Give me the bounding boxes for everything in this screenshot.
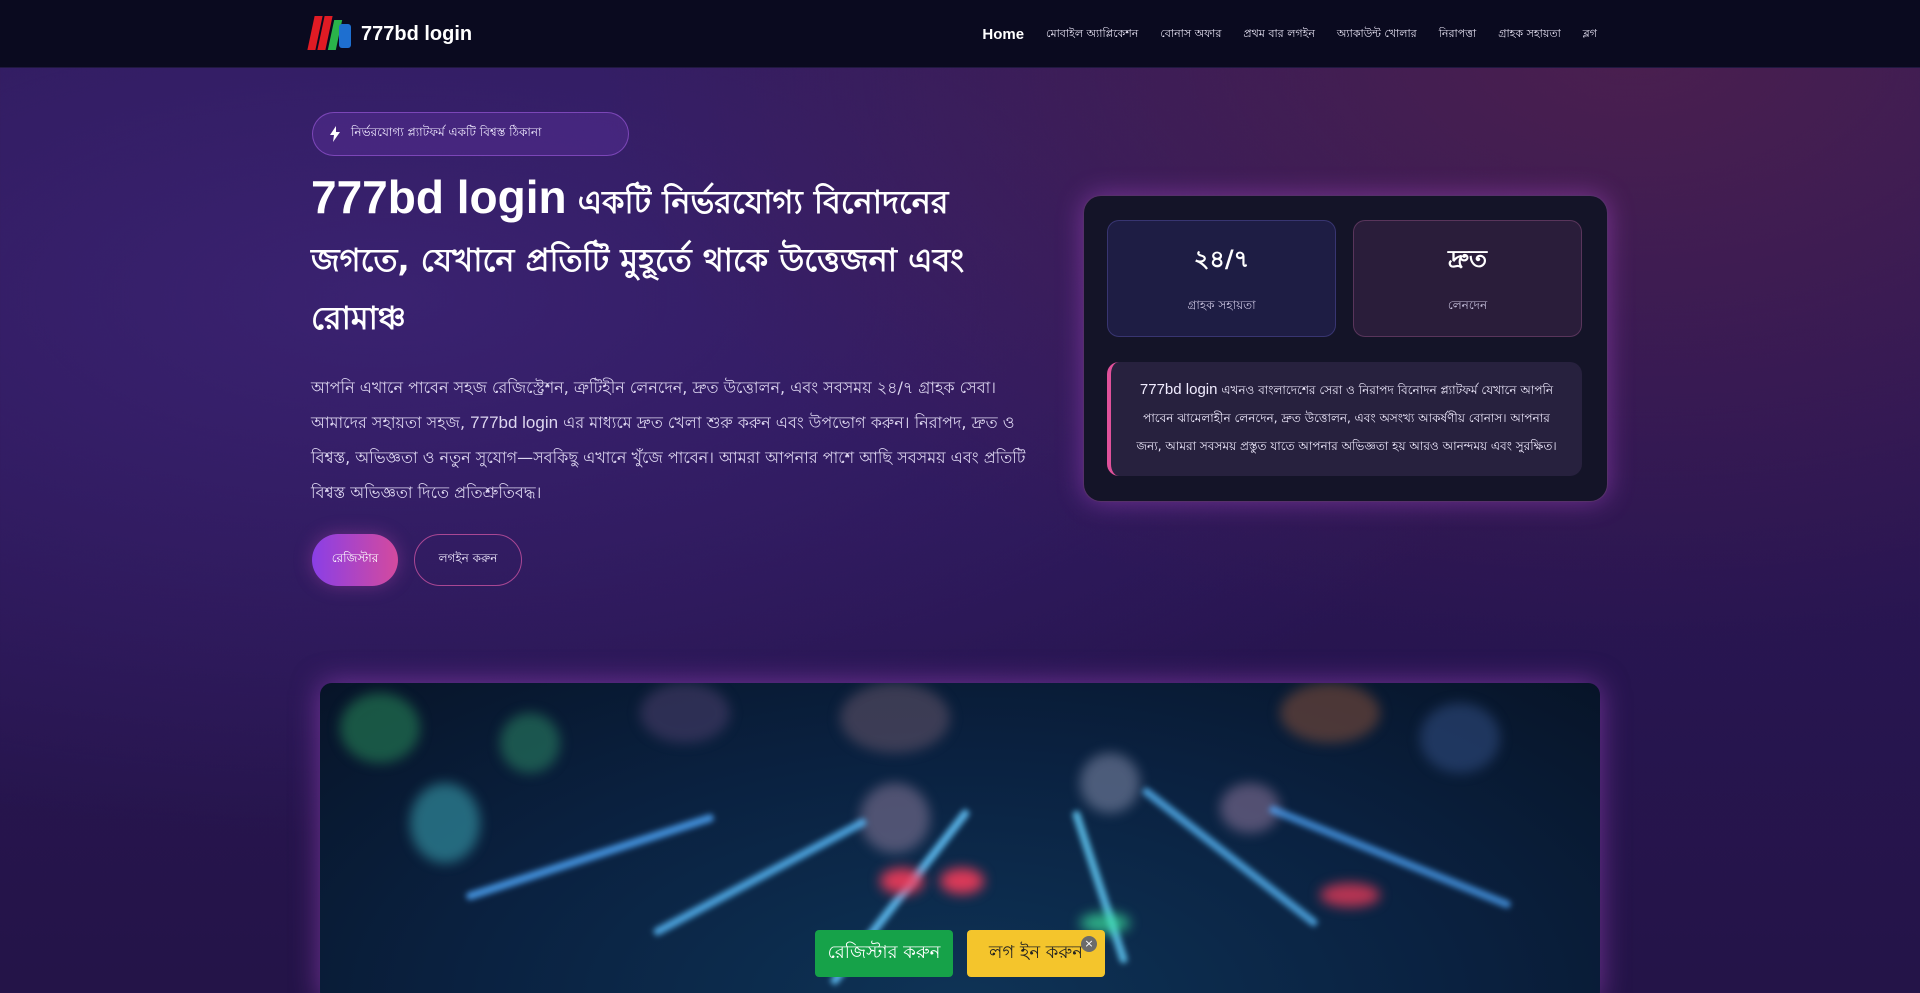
banner-light-stripe	[1267, 804, 1513, 910]
nav-item-bonus[interactable]: বোনাস অফার	[1160, 25, 1221, 44]
bolt-icon	[330, 126, 340, 142]
brand-logo-icon	[307, 14, 353, 54]
brand[interactable]: 777bd login	[307, 12, 473, 56]
banner-bokeh	[880, 868, 924, 894]
feature-card: ২৪/৭ গ্রাহক সহায়তা দ্রুত লেনদেন 777bd l…	[1083, 195, 1608, 502]
close-icon[interactable]: ×	[1081, 936, 1097, 952]
banner-bokeh	[1280, 683, 1380, 743]
stat-transactions: দ্রুত লেনদেন	[1353, 220, 1582, 337]
nav-item-support[interactable]: গ্রাহক সহায়তা	[1498, 25, 1561, 44]
stat-transactions-value: দ্রুত	[1447, 244, 1488, 273]
banner-bokeh	[1420, 703, 1500, 773]
banner-bokeh	[840, 683, 950, 753]
banner-bokeh	[1080, 753, 1140, 813]
main-nav: Home মোবাইল অ্যাপ্লিকেশন বোনাস অফার প্রথ…	[982, 0, 1597, 68]
banner-bokeh	[1320, 883, 1380, 907]
nav-item-blog[interactable]: ব্লগ	[1583, 25, 1597, 44]
nav-item-mobile-app[interactable]: মোবাইল অ্যাপ্লিকেশন	[1046, 25, 1138, 44]
banner-light-stripe	[652, 817, 868, 937]
stat-support: ২৪/৭ গ্রাহক সহায়তা	[1107, 220, 1336, 337]
hero-badge-text: নির্ভরযোগ্য প্ল্যাটফর্ম একটি বিশ্বস্ত ঠি…	[351, 125, 542, 139]
login-button[interactable]: লগইন করুন	[414, 534, 522, 586]
banner-bokeh	[940, 868, 984, 894]
stat-transactions-label: লেনদেন	[1447, 297, 1488, 312]
nav-item-open-account[interactable]: অ্যাকাউন্ট খোলার	[1337, 25, 1417, 44]
stat-support-value: ২৪/৭	[1193, 244, 1250, 273]
banner-bokeh	[410, 783, 480, 863]
hero-badge: নির্ভরযোগ্য প্ল্যাটফর্ম একটি বিশ্বস্ত ঠি…	[312, 112, 629, 156]
hero-description: আপনি এখানে পাবেন সহজ রেজিস্ট্রেশন, ত্রুট…	[311, 370, 1056, 510]
register-button[interactable]: রেজিস্টার	[312, 534, 398, 586]
banner-bokeh	[640, 683, 730, 743]
hero-desc-latin: 777bd login	[470, 413, 559, 432]
floating-register-button[interactable]: রেজিস্টার করুন	[815, 930, 953, 977]
banner-bokeh	[340, 693, 420, 763]
stat-support-label: গ্রাহক সহায়তা	[1187, 297, 1256, 312]
banner-light-stripe	[465, 813, 715, 901]
feature-quote: 777bd login এখনও বাংলাদেশের সেরা ও নিরাপ…	[1107, 362, 1582, 476]
nav-item-security[interactable]: নিরাপত্তা	[1439, 25, 1476, 44]
top-navigation-bar: 777bd login Home মোবাইল অ্যাপ্লিকেশন বোন…	[0, 0, 1920, 68]
nav-item-first-login[interactable]: প্রথম বার লগইন	[1243, 25, 1315, 44]
nav-item-home[interactable]: Home	[982, 26, 1024, 43]
banner-bokeh	[860, 783, 930, 853]
hero-title: 777bd login একটি নির্ভরযোগ্য বিনোদনের জগ…	[311, 168, 1051, 347]
casino-banner-image	[320, 683, 1600, 993]
hero-title-lead: 777bd login	[311, 171, 567, 223]
brand-name: 777bd login	[361, 22, 473, 45]
feature-quote-latin: 777bd login	[1139, 381, 1218, 398]
banner-bokeh	[500, 713, 560, 773]
